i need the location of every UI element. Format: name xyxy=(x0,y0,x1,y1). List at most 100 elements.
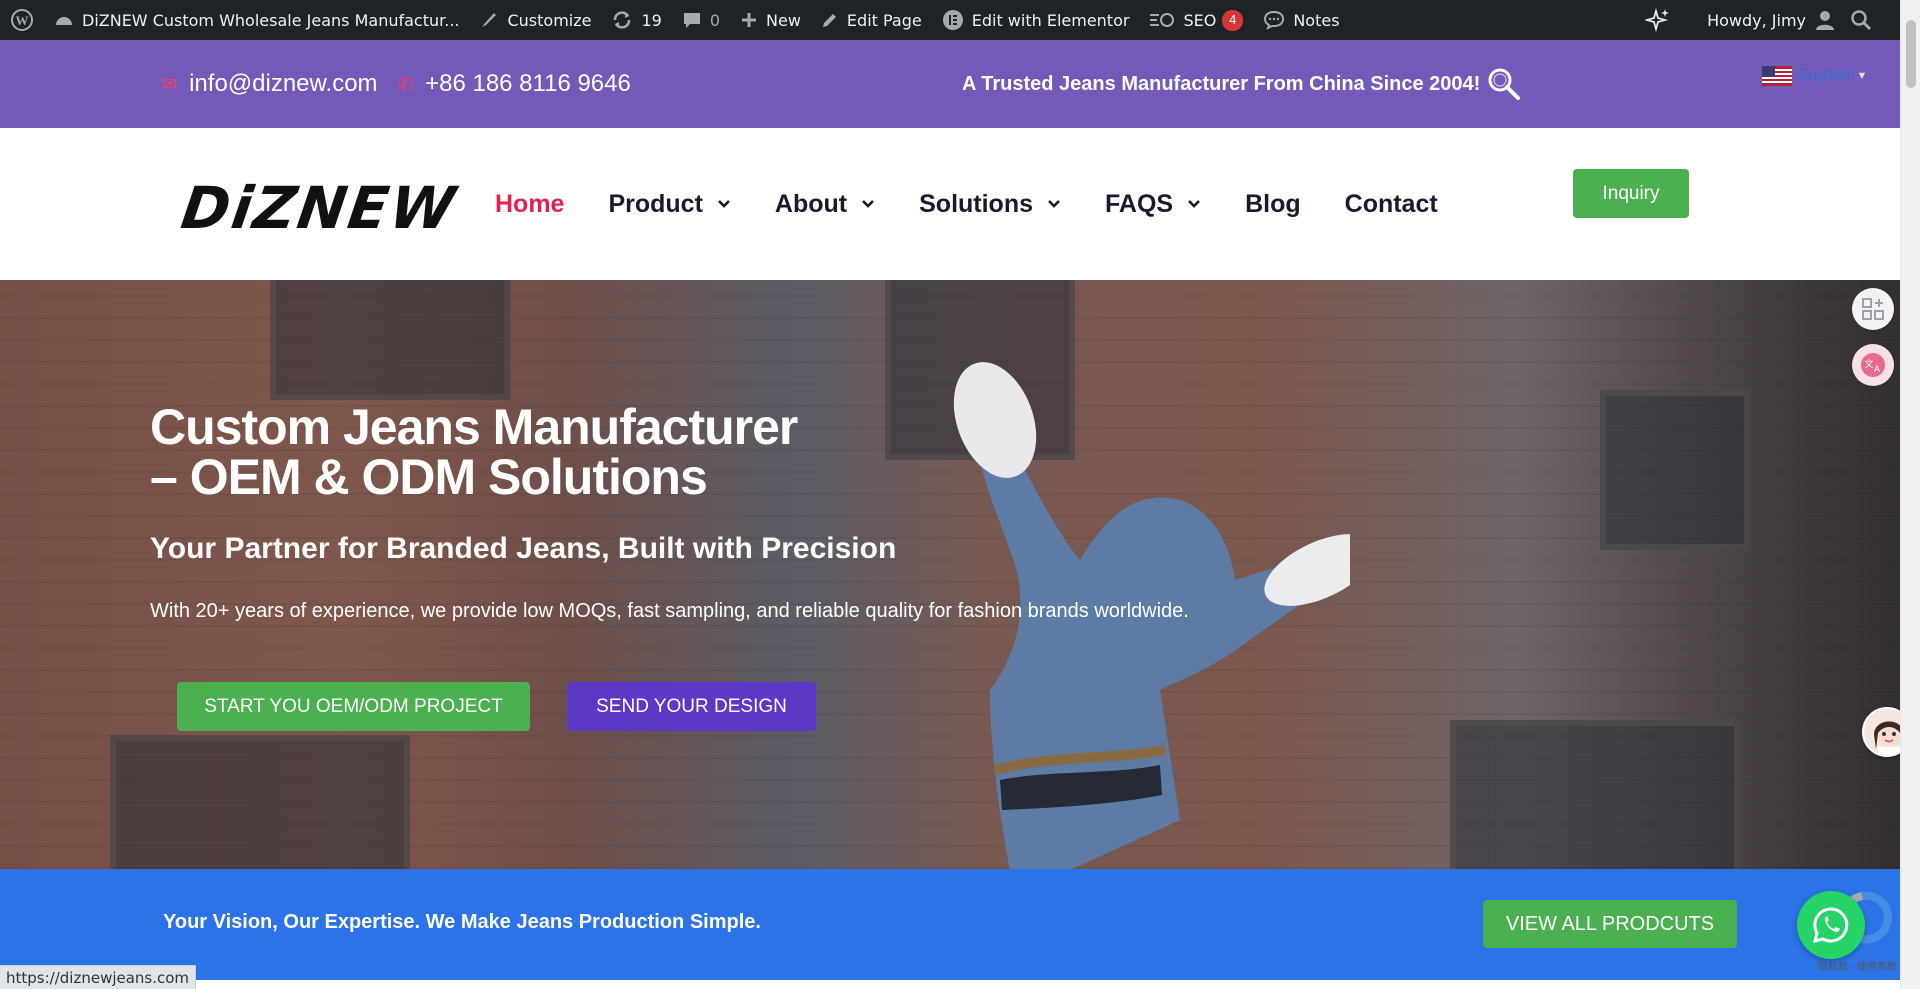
site-logo[interactable]: DiZNEW xyxy=(177,174,461,242)
sparkle-icon xyxy=(1645,7,1670,33)
send-design-button[interactable]: SEND YOUR DESIGN xyxy=(567,682,816,731)
admin-search-button[interactable] xyxy=(1840,0,1900,40)
page-bottom-strip xyxy=(0,980,1900,989)
background-window xyxy=(1600,390,1750,550)
tagline: A Trusted Jeans Manufacturer From China … xyxy=(962,72,1481,95)
language-switcher[interactable]: English ▼ xyxy=(1762,66,1867,86)
nav-item-about[interactable]: About xyxy=(775,190,875,219)
nav-label: FAQS xyxy=(1105,189,1174,218)
search-icon[interactable] xyxy=(1487,67,1521,101)
whatsapp-icon xyxy=(1812,907,1849,944)
site-header: DiZNEW Home Product About Solutions FAQS… xyxy=(0,128,1900,280)
translate-icon[interactable]: 文A xyxy=(1852,344,1894,386)
notes-link[interactable]: Notes xyxy=(1253,0,1349,40)
chevron-down-icon xyxy=(718,200,730,208)
comments-link[interactable]: 0 xyxy=(672,0,730,40)
svg-text:文: 文 xyxy=(1864,358,1873,370)
hero-description: With 20+ years of experience, we provide… xyxy=(150,600,1189,622)
background-window xyxy=(1450,720,1740,869)
edit-elementor-label: Edit with Elementor xyxy=(971,10,1130,30)
phone-text: +86 186 8116 9646 xyxy=(425,70,631,97)
chevron-down-icon xyxy=(862,200,875,208)
cta-band: Your Vision, Our Expertise. We Make Jean… xyxy=(0,869,1900,980)
my-account-link[interactable]: Howdy, Jimy xyxy=(1697,0,1840,40)
email-contact[interactable]: ✉ info@diznew.com xyxy=(162,40,378,128)
comments-count: 0 xyxy=(709,10,721,30)
nav-label: Product xyxy=(608,189,703,218)
updates-icon xyxy=(614,11,631,29)
seo-icon xyxy=(1150,13,1175,27)
email-text: info@diznew.com xyxy=(189,70,378,97)
svg-text:W: W xyxy=(16,13,29,28)
phone-contact[interactable]: ✆ +86 186 8116 9646 xyxy=(398,40,631,128)
nav-item-faqs[interactable]: FAQS xyxy=(1105,190,1201,219)
admin-bar-right: Howdy, Jimy xyxy=(1635,0,1900,40)
phone-icon: ✆ xyxy=(398,73,414,94)
new-content-link[interactable]: New xyxy=(730,0,811,40)
updates-count: 19 xyxy=(641,10,662,30)
status-bar-url: https://diznewjeans.com xyxy=(0,965,197,989)
hero-title: Custom Jeans Manufacturer – OEM & ODM So… xyxy=(150,399,798,505)
brush-icon xyxy=(482,13,497,27)
seo-badge: 4 xyxy=(1222,9,1244,31)
band-text: Your Vision, Our Expertise. We Make Jean… xyxy=(163,911,761,933)
background-window xyxy=(270,280,510,400)
nav-item-blog[interactable]: Blog xyxy=(1245,190,1301,219)
chat-agent-avatar[interactable] xyxy=(1862,707,1900,757)
nav-item-home[interactable]: Home xyxy=(495,190,564,219)
howdy-label: Howdy, Jimy xyxy=(1707,10,1806,30)
edit-page-link[interactable]: Edit Page xyxy=(811,0,932,40)
chevron-down-icon xyxy=(1188,200,1201,208)
nav-label: Home xyxy=(495,189,565,218)
start-project-button[interactable]: START YOU OEM/ODM PROJECT xyxy=(177,682,530,731)
hero-section: Custom Jeans Manufacturer – OEM & ODM So… xyxy=(0,280,1900,869)
svg-text:A: A xyxy=(1874,365,1881,375)
site-name-link[interactable]: DiZNEW Custom Wholesale Jeans Manufactur… xyxy=(44,0,469,40)
notes-label: Notes xyxy=(1293,10,1340,30)
search-icon xyxy=(1851,10,1872,31)
background-window xyxy=(110,735,410,869)
edit-page-label: Edit Page xyxy=(846,10,922,30)
recaptcha-terms[interactable]: 隐私权 - 使用条款 xyxy=(1818,958,1897,973)
inquiry-button[interactable]: Inquiry xyxy=(1573,169,1689,218)
nav-label: Blog xyxy=(1245,189,1301,218)
notes-icon xyxy=(1264,10,1285,30)
dashboard-icon xyxy=(56,17,72,25)
seo-label: SEO xyxy=(1183,10,1217,30)
nav-item-contact[interactable]: Contact xyxy=(1345,190,1438,219)
customize-label: Customize xyxy=(507,10,592,30)
chevron-down-icon xyxy=(1048,200,1060,208)
new-label: New xyxy=(766,10,801,30)
hero-title-line1: Custom Jeans Manufacturer xyxy=(150,399,798,455)
wordpress-logo-icon[interactable]: W xyxy=(0,0,44,40)
hero-title-line2: – OEM & ODM Solutions xyxy=(150,449,708,505)
view-all-products-button[interactable]: VIEW ALL PRODCUTS xyxy=(1483,900,1737,948)
nav-label: About xyxy=(774,189,848,218)
wp-admin-bar: W DiZNEW Custom Wholesale Jeans Manufact… xyxy=(0,0,1900,40)
language-label: English xyxy=(1798,67,1851,84)
comment-icon xyxy=(683,13,700,28)
edit-elementor-link[interactable]: Edit with Elementor xyxy=(932,0,1140,40)
hero-subtitle: Your Partner for Branded Jeans, Built wi… xyxy=(150,532,897,565)
elementor-icon xyxy=(942,10,963,30)
main-nav: Home Product About Solutions FAQS Blog C… xyxy=(495,128,1482,280)
pencil-icon xyxy=(822,14,836,27)
top-contact-bar: ✉ info@diznew.com ✆ +86 186 8116 9646 A … xyxy=(0,40,1900,128)
whatsapp-button[interactable] xyxy=(1797,891,1865,959)
seo-link[interactable]: SEO 4 xyxy=(1139,0,1253,40)
qr-apps-icon[interactable] xyxy=(1852,288,1894,330)
scrollbar-thumb[interactable] xyxy=(1906,20,1916,88)
updates-link[interactable]: 19 xyxy=(601,0,671,40)
user-avatar-icon xyxy=(1816,11,1834,30)
nav-item-product[interactable]: Product xyxy=(608,190,730,219)
nav-label: Solutions xyxy=(919,189,1034,218)
nav-item-solutions[interactable]: Solutions xyxy=(919,190,1061,219)
customize-link[interactable]: Customize xyxy=(469,0,601,40)
site-title: DiZNEW Custom Wholesale Jeans Manufactur… xyxy=(82,10,460,30)
envelope-icon: ✉ xyxy=(162,73,178,94)
caret-down-icon: ▼ xyxy=(1856,70,1868,82)
us-flag-icon xyxy=(1762,66,1792,86)
page-scrollbar[interactable] xyxy=(1900,0,1920,989)
ai-sparkle-button[interactable] xyxy=(1635,0,1681,40)
nav-label: Contact xyxy=(1344,189,1438,218)
